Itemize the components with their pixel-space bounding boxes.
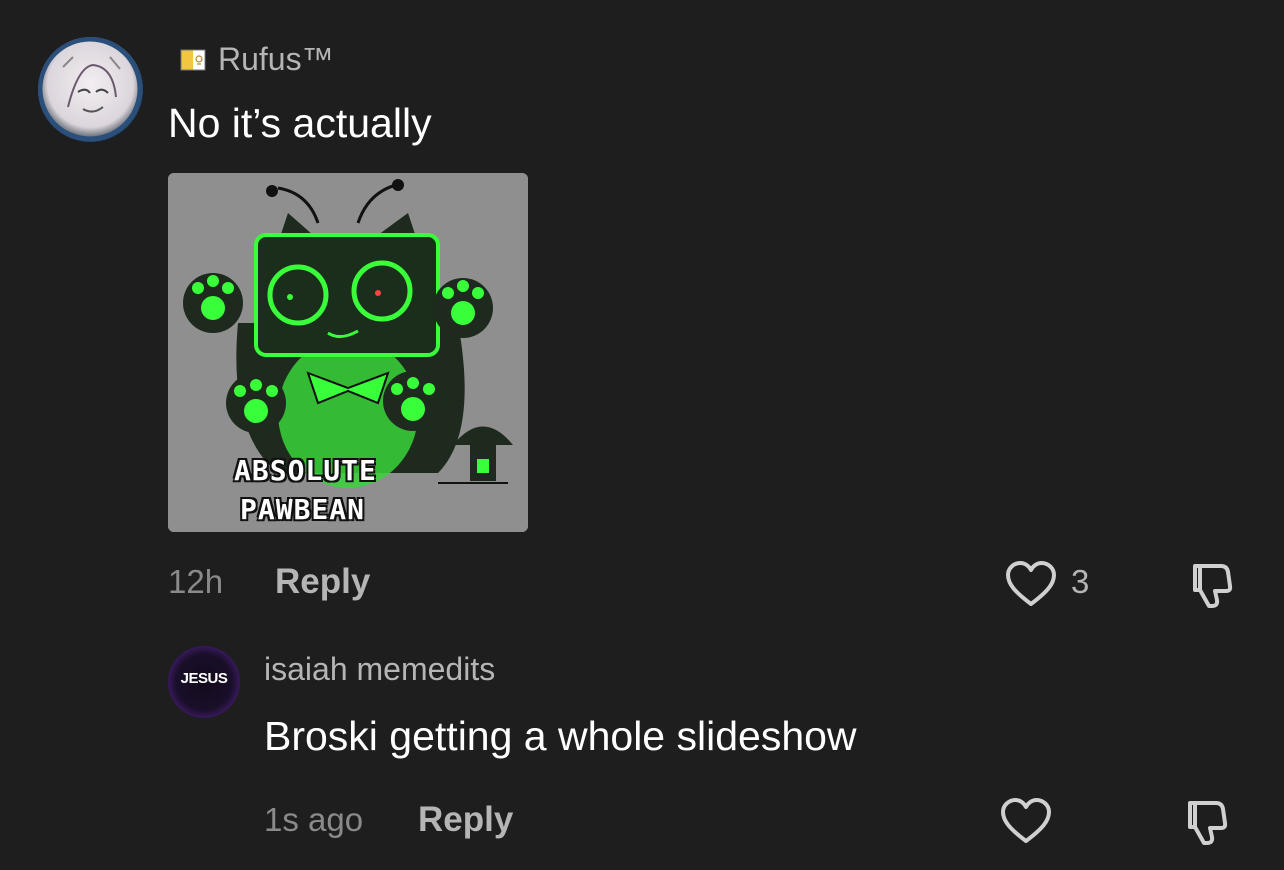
attachment-caption-line1: ABSOLUTE <box>234 454 377 487</box>
comment-image-attachment[interactable]: ABSOLUTE PAWBEAN <box>168 173 528 532</box>
avatar[interactable] <box>38 37 143 142</box>
avatar-text: JESUS <box>180 670 228 687</box>
thumbs-down-icon[interactable] <box>1180 795 1232 847</box>
comment-text: Broski getting a whole slideshow <box>264 713 857 759</box>
avatar[interactable]: JESUS <box>168 646 240 718</box>
attachment-caption-line2: PAWBEAN <box>240 493 366 526</box>
comments-thread: Rufus™ No it’s actually ABSOLUTE PAWBEAN… <box>0 0 1284 870</box>
vatican-flag-icon <box>180 49 206 71</box>
comment-username[interactable]: isaiah memedits <box>264 651 495 688</box>
like-count: 3 <box>1071 563 1090 600</box>
heart-outline-icon[interactable] <box>1000 797 1052 845</box>
thumbs-down-icon[interactable] <box>1185 558 1237 610</box>
reply-button[interactable]: Reply <box>275 562 370 602</box>
comment-username[interactable]: Rufus™ <box>218 41 334 78</box>
reply-button[interactable]: Reply <box>418 800 513 840</box>
comment-timestamp: 12h <box>168 563 224 600</box>
comment-timestamp: 1s ago <box>264 801 364 838</box>
heart-outline-icon[interactable] <box>1005 560 1057 608</box>
comment-text: No it’s actually <box>168 100 432 146</box>
